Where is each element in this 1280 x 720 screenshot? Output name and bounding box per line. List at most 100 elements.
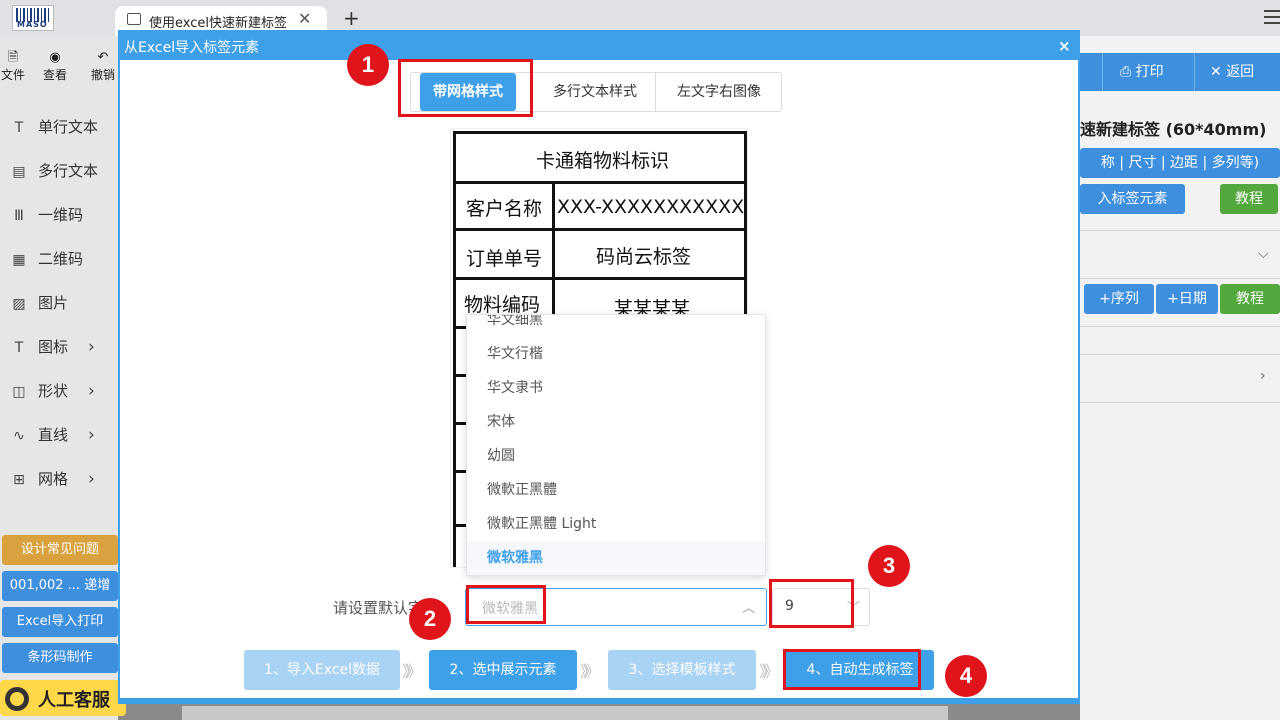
chevron-right-icon: › [88, 425, 95, 445]
page-icon [127, 13, 141, 25]
menu-label: 一维码 [38, 206, 84, 224]
menu-label: 单行文本 [38, 118, 99, 136]
undo-label: 撤销 [90, 68, 115, 82]
annotation-number-3: 3 [868, 545, 910, 587]
menu-single-text[interactable]: T 单行文本 [10, 112, 118, 142]
font-option[interactable]: 华文行楷 [467, 337, 765, 371]
close-icon: ✕ [1210, 64, 1227, 80]
menu-label: 网格 [38, 470, 69, 488]
view-tool[interactable]: ◉ 查看 [37, 50, 73, 83]
menu-label: 多行文本 [38, 162, 99, 180]
new-tab-button[interactable]: + [343, 6, 360, 30]
label-key: 订单单号 [466, 248, 543, 270]
increment-button[interactable]: 001,002 ... 递增 [2, 571, 118, 601]
menu-line[interactable]: ∿ 直线 › [10, 420, 118, 450]
menu-shape[interactable]: ◫ 形状 › [10, 376, 118, 406]
label-value: 码尚云标签 [596, 246, 692, 268]
divider [1080, 278, 1280, 279]
label-props-button[interactable]: 称 | 尺寸 | 边距 | 多列等) [1080, 148, 1280, 178]
back-button[interactable]: ✕ 返回 [1210, 53, 1254, 91]
label-value: XXX-XXXXXXXXXXXX [557, 196, 748, 218]
right-toolbar: ⎙ 打印 ✕ 返回 [1080, 53, 1280, 91]
font-option[interactable]: 华文隶书 [467, 371, 765, 405]
dialog-header: 从Excel导入标签元素 × [120, 32, 1078, 60]
chevron-down-icon[interactable]: ⌵ [1258, 246, 1269, 262]
grid-line [456, 228, 744, 231]
font-option-selected[interactable]: 微软雅黑 [467, 541, 765, 575]
qrcode-icon: ▦ [12, 252, 26, 268]
menu-icon[interactable] [1264, 10, 1280, 24]
grid-line [456, 181, 744, 184]
import-dialog: 从Excel导入标签元素 × 带网格样式 多行文本样式 左文字右图像 卡通箱物料… [118, 30, 1080, 704]
customer-service-button[interactable]: 人工客服 [0, 680, 126, 716]
barcode-make-button[interactable]: 条形码制作 [2, 643, 118, 673]
tab-text-image-style[interactable]: 左文字右图像 [657, 73, 781, 111]
step-import-excel[interactable]: 1、导入Excel数据 [244, 650, 400, 690]
chevron-right-icon: › [88, 469, 95, 489]
chevron-right-icon: › [88, 381, 95, 401]
print-button[interactable]: ⎙ 打印 [1120, 53, 1164, 91]
undo-tool[interactable]: ↶ 撤销 [85, 50, 121, 83]
label-key: 客户名称 [466, 198, 543, 220]
font-option[interactable]: 华文细黑 [467, 315, 765, 337]
menu-multi-text[interactable]: ▤ 多行文本 [10, 156, 118, 186]
label-title: 速新建标签 (60*40mm) [1080, 120, 1267, 139]
printer-icon: ⎙ [1120, 64, 1136, 80]
multiline-text-icon: ▤ [12, 164, 26, 180]
toolbar-divider [1194, 53, 1195, 91]
font-option[interactable]: 微軟正黑體 Light [467, 507, 765, 541]
tab-divider [655, 73, 656, 111]
import-elements-button[interactable]: 入标签元素 [1080, 184, 1185, 214]
tab-multiline-style[interactable]: 多行文本样式 [535, 73, 655, 111]
label-title-text: 卡通箱物料标识 [536, 150, 670, 172]
chevron-right-icon[interactable]: › [1260, 368, 1266, 384]
tab-title: 使用excel快速新建标签 [149, 16, 287, 31]
menu-image[interactable]: ▨ 图片 [10, 288, 118, 318]
step-select-elements[interactable]: 2、选中展示元素 [429, 650, 577, 690]
line-icon: ∿ [13, 428, 25, 444]
barcode-icon: Ⅲ [14, 208, 24, 224]
annotation-number-4: 4 [945, 655, 987, 697]
add-sequence-button[interactable]: +序列 [1084, 284, 1154, 314]
annotation-box-3 [769, 579, 854, 628]
add-date-button[interactable]: +日期 [1156, 284, 1218, 314]
file-label: 文件 [0, 68, 25, 82]
font-dropdown: 华文细黑 华文行楷 华文隶书 宋体 幼圆 微軟正黑體 微軟正黑體 Light 微… [466, 314, 766, 576]
chevron-right-icon: › [88, 337, 95, 357]
annotation-box-4 [783, 649, 921, 690]
headset-icon [5, 687, 29, 711]
maso-logo: MASO [12, 5, 54, 31]
back-label: 返回 [1226, 64, 1255, 80]
excel-print-button[interactable]: Excel导入打印 [2, 607, 118, 637]
chevron-up-icon: ︿ [742, 601, 756, 616]
text-icon: T [14, 120, 24, 136]
menu-icon-item[interactable]: T 图标 › [10, 332, 118, 362]
left-sidebar: 🗎 文件 ◉ 查看 ↶ 撤销 T 单行文本 ▤ 多行文本 Ⅲ 一维码 ▦ 二维码 ▨ 图片… [0, 36, 118, 720]
step-arrow-icon: 》》 [759, 662, 779, 681]
menu-label: 图标 [38, 338, 69, 356]
step-choose-template[interactable]: 3、选择模板样式 [608, 650, 756, 690]
menu-label: 二维码 [38, 250, 84, 268]
font-option[interactable]: 宋体 [467, 405, 765, 439]
grid-icon: ⊞ [13, 472, 25, 488]
dialog-close-icon[interactable]: × [1058, 37, 1071, 55]
menu-barcode[interactable]: Ⅲ 一维码 [10, 200, 118, 230]
canvas-bottom-strip [182, 706, 948, 720]
menu-qrcode[interactable]: ▦ 二维码 [10, 244, 118, 274]
file-tool[interactable]: 🗎 文件 [0, 50, 31, 83]
faq-button[interactable]: 设计常见问题 [2, 535, 118, 565]
dialog-title: 从Excel导入标签元素 [124, 40, 260, 56]
tutorial-button[interactable]: 教程 [1220, 184, 1278, 214]
menu-grid[interactable]: ⊞ 网格 › [10, 464, 118, 494]
logo-text: MASO [17, 20, 48, 29]
font-option[interactable]: 幼圆 [467, 439, 765, 473]
font-option[interactable]: 微軟正黑體 [467, 473, 765, 507]
tutorial-button-2[interactable]: 教程 [1220, 284, 1280, 314]
annotation-number-1: 1 [347, 44, 389, 86]
annotation-number-2: 2 [409, 598, 451, 640]
icon-tool-icon: T [14, 340, 24, 356]
menu-label: 形状 [38, 382, 69, 400]
tab-close-icon[interactable]: ✕ [298, 9, 311, 28]
label-key: 物料编码 [464, 294, 541, 316]
customer-service-label: 人工客服 [38, 690, 110, 711]
